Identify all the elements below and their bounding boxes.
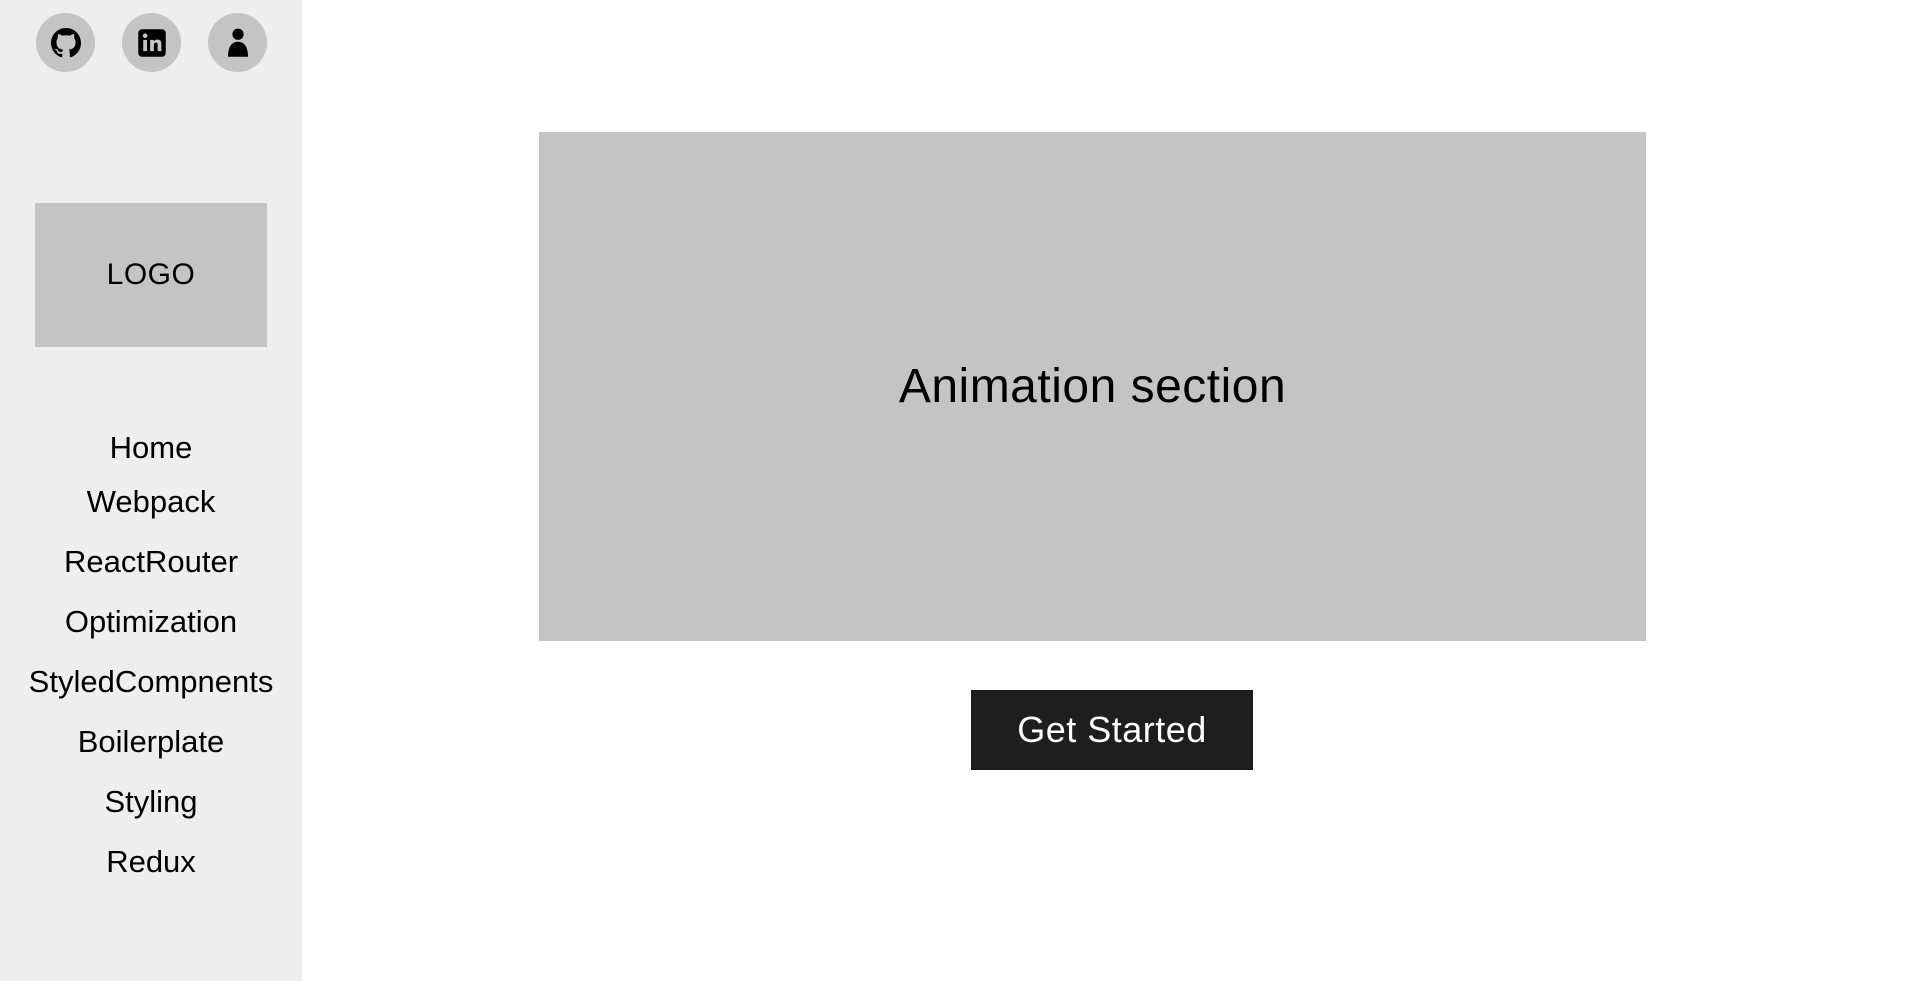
nav-item-label: Webpack <box>86 484 216 519</box>
linkedin-link[interactable] <box>122 13 181 72</box>
nav-item-label: ReactRouter <box>63 544 239 579</box>
nav-item-boilerplate[interactable]: Boilerplate <box>0 722 302 762</box>
social-links <box>0 13 302 72</box>
linkedin-icon <box>137 28 167 58</box>
nav-item-styledcomponents[interactable]: StyledCompnents <box>0 662 302 702</box>
logo: LOGO <box>35 203 267 347</box>
nav-item-optimization[interactable]: Optimization <box>0 602 302 642</box>
person-icon <box>225 28 251 58</box>
nav-item-webpack[interactable]: Webpack <box>0 482 302 522</box>
animation-section-label: Animation section <box>898 360 1287 413</box>
nav-item-styling[interactable]: Styling <box>0 782 302 822</box>
nav-item-redux[interactable]: Redux <box>0 842 302 882</box>
github-link[interactable] <box>36 13 95 72</box>
profile-link[interactable] <box>208 13 267 72</box>
nav-item-label: StyledCompnents <box>28 664 274 699</box>
page: LOGO Home Webpack ReactRouter Optimizati… <box>0 0 1914 981</box>
nav-item-label: Boilerplate <box>77 724 225 759</box>
nav-item-label: Redux <box>106 844 196 879</box>
nav-item-reactrouter[interactable]: ReactRouter <box>0 542 302 582</box>
github-icon <box>50 27 81 58</box>
get-started-button[interactable]: Get Started <box>971 690 1253 770</box>
sidebar: LOGO Home Webpack ReactRouter Optimizati… <box>0 0 302 981</box>
nav-item-home[interactable]: Home <box>0 428 302 468</box>
animation-section: Animation section <box>539 132 1646 641</box>
logo-text: LOGO <box>106 258 196 291</box>
nav-item-label: Home <box>109 430 193 465</box>
nav-item-label: Optimization <box>64 604 238 639</box>
nav-item-label: Styling <box>104 784 198 819</box>
